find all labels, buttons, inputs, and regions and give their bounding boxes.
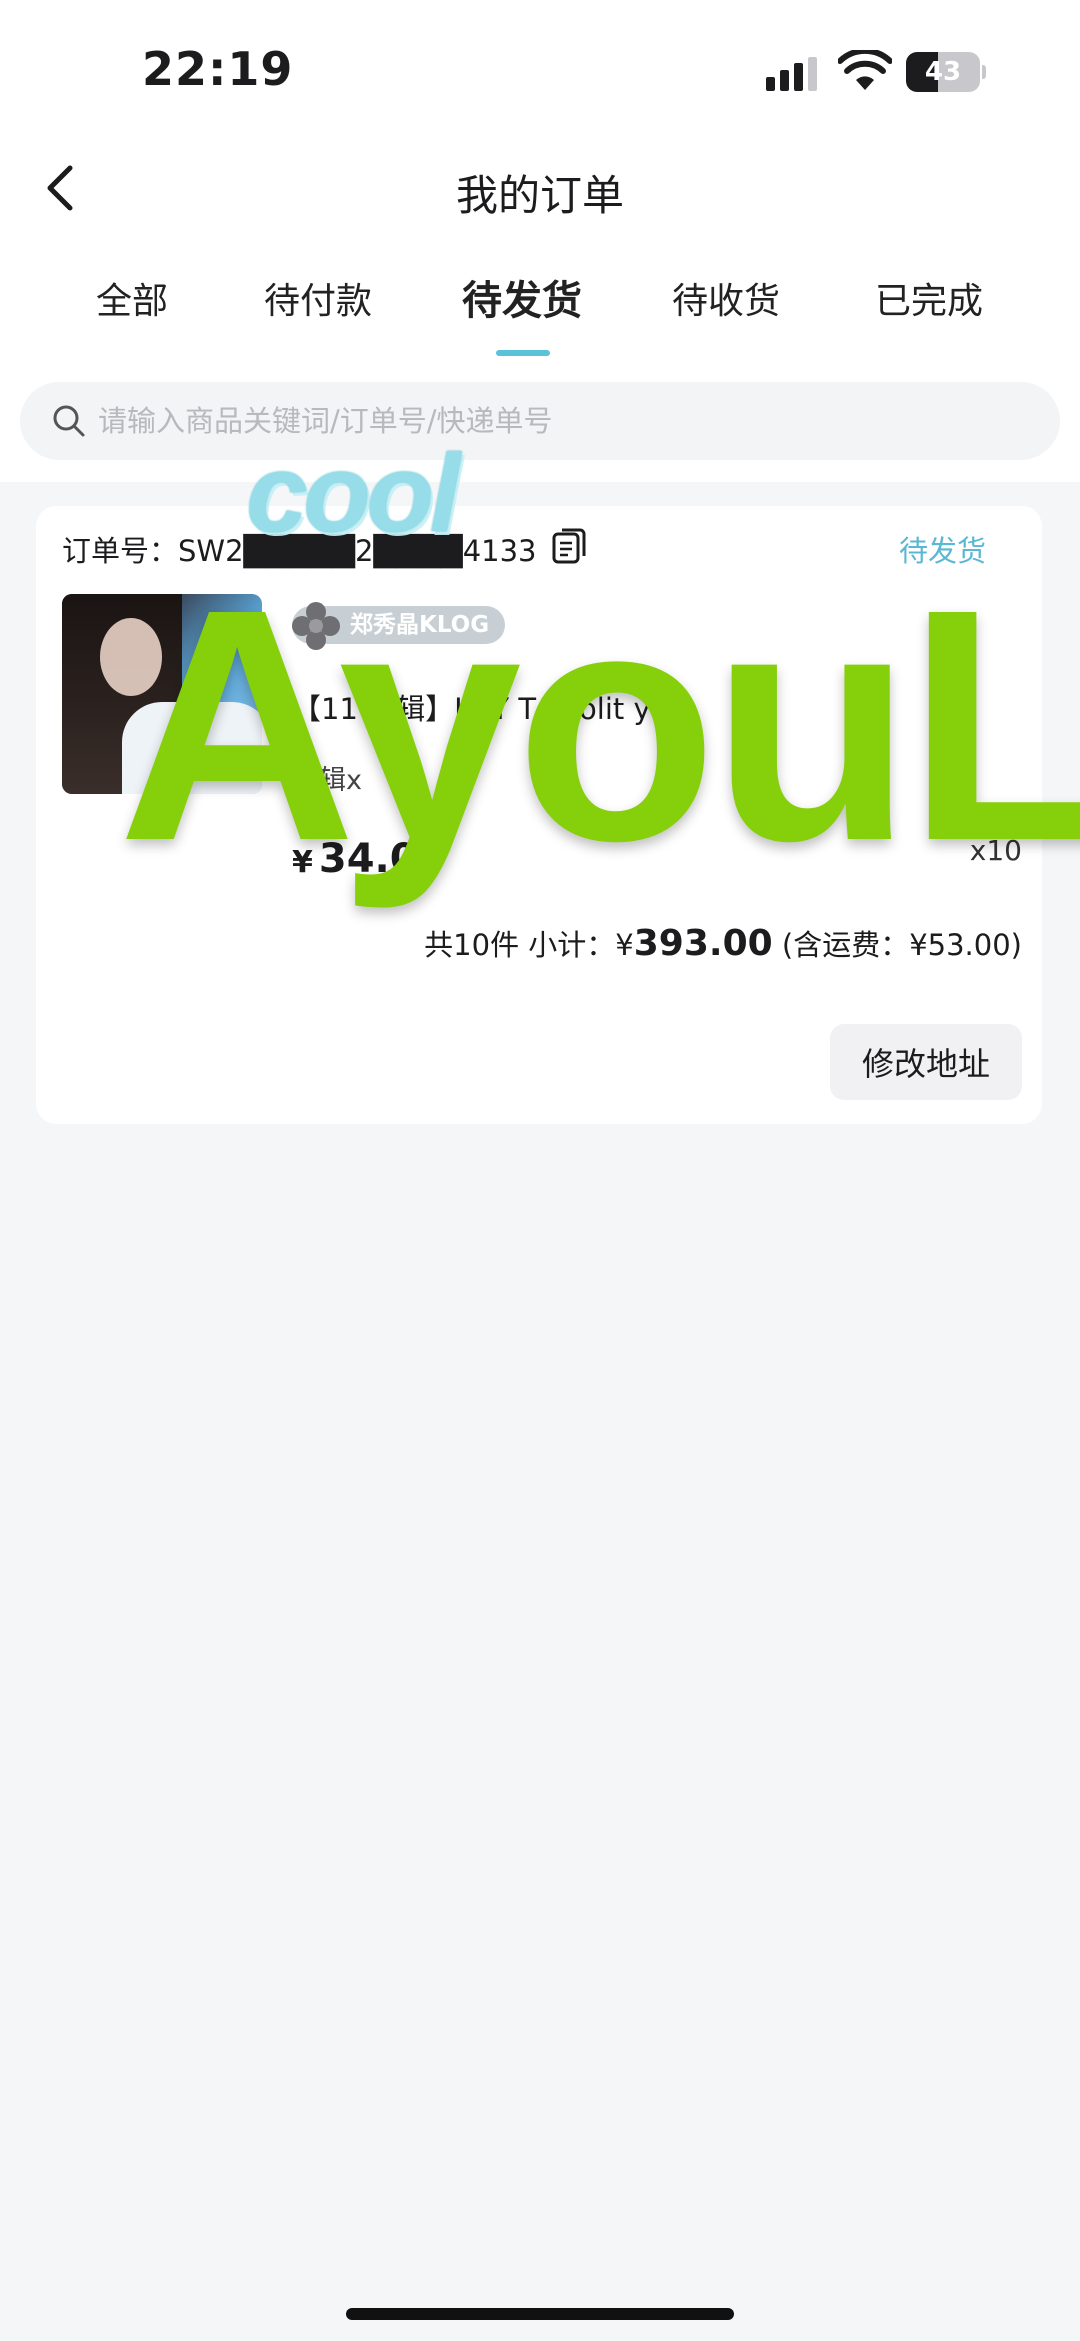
active-tab-indicator: [496, 350, 550, 356]
tab-pending-receipt[interactable]: 待收货: [672, 272, 780, 324]
cellular-signal-icon: [766, 57, 817, 91]
status-time: 22:19: [142, 42, 294, 96]
tab-pending-payment[interactable]: 待付款: [264, 272, 372, 324]
battery-icon: 43: [906, 52, 986, 92]
watermark-main: AyouL: [118, 540, 1080, 909]
summary-prefix: 共10件 小计：¥: [424, 928, 634, 962]
search-input[interactable]: [98, 382, 998, 460]
page-title: 我的订单: [455, 171, 624, 220]
search-bar[interactable]: [20, 382, 1060, 460]
search-icon: [53, 405, 85, 437]
tab-pending-shipment[interactable]: 待发货: [462, 268, 582, 326]
tab-completed[interactable]: 已完成: [875, 272, 983, 324]
modify-address-button[interactable]: 修改地址: [830, 1024, 1022, 1100]
order-tabs: 全部 待付款 待发货 待收货 已完成: [0, 272, 1080, 362]
wifi-icon: [838, 50, 892, 90]
order-summary: 共10件 小计：¥393.00 (含运费：¥53.00): [424, 922, 1022, 964]
shipping-fee: (含运费：¥53.00): [772, 928, 1022, 962]
battery-level: 43: [906, 52, 980, 92]
watermark-small: cool: [246, 432, 460, 555]
order-list-page: 22:19 43 我的订单 全部 待付款 待发货 待收货 已完成 订单号：S: [0, 0, 1080, 2341]
order-total: 393.00: [633, 923, 773, 964]
tab-all[interactable]: 全部: [96, 272, 168, 324]
home-indicator[interactable]: [346, 2308, 734, 2320]
